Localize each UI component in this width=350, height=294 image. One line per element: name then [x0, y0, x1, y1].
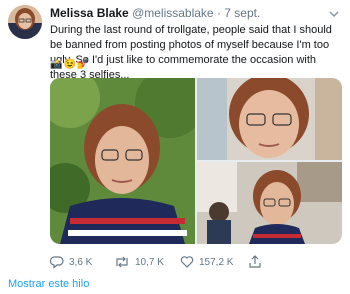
photo-selfie-outdoor[interactable]: [50, 78, 195, 244]
like-count: 157,2 K: [199, 256, 234, 268]
retweet-button[interactable]: 10,7 K: [114, 255, 164, 269]
share-icon: [248, 255, 262, 269]
retweet-count: 10,7 K: [135, 256, 164, 268]
photo-selfie-restaurant[interactable]: [197, 162, 342, 244]
media-grid: [50, 78, 342, 244]
reply-icon: [50, 255, 64, 269]
chevron-down-icon[interactable]: [328, 6, 340, 18]
retweet-icon: [114, 255, 130, 269]
show-thread-link[interactable]: Mostrar este hilo: [8, 278, 89, 290]
author-name[interactable]: Melissa Blake: [50, 6, 129, 20]
share-button[interactable]: [248, 255, 262, 269]
separator-dot: ·: [216, 6, 221, 20]
reply-count: 3,6 K: [69, 256, 93, 268]
tweet-text: During the last round of trollgate, peop…: [50, 24, 332, 81]
heart-icon: [180, 255, 194, 269]
author-handle[interactable]: @melissablake: [132, 6, 214, 20]
avatar[interactable]: [8, 5, 42, 39]
tweet-timestamp[interactable]: 7 sept.: [224, 6, 260, 20]
tweet-header: Melissa Blake @melissablake · 7 sept.: [50, 6, 260, 20]
like-button[interactable]: 157,2 K: [180, 255, 233, 269]
reply-button[interactable]: 3,6 K: [50, 255, 92, 269]
photo-selfie-indoor-closeup[interactable]: [197, 78, 342, 160]
tweet-emojis: 📸😉💅: [50, 59, 91, 70]
